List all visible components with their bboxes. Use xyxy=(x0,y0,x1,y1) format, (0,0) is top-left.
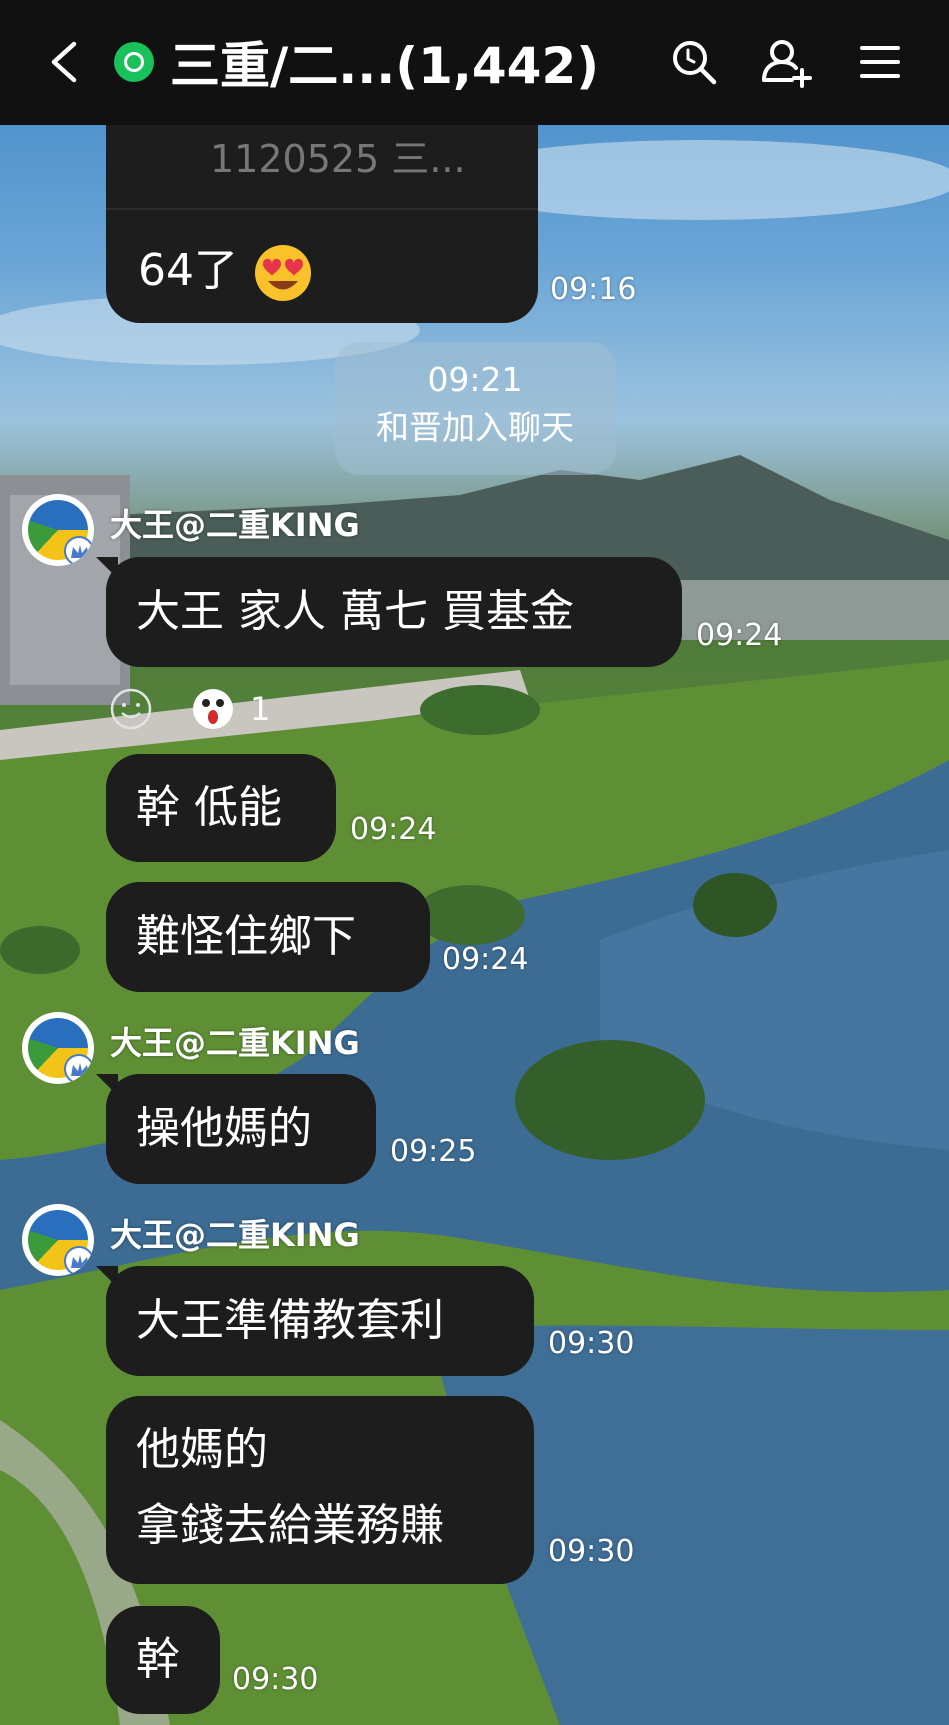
add-friend-icon xyxy=(762,40,812,88)
message-time: 09:24 xyxy=(350,812,437,847)
sender-name[interactable]: 大王@二重KING xyxy=(110,1210,360,1256)
search-button[interactable] xyxy=(666,34,722,90)
avatar[interactable] xyxy=(22,494,94,566)
sender-name[interactable]: 大王@二重KING xyxy=(110,500,360,546)
message-time: 09:16 xyxy=(550,272,637,307)
add-friend-button[interactable] xyxy=(758,34,814,90)
open-chat-icon xyxy=(114,42,154,82)
message-bubble[interactable]: 幹 低能 xyxy=(106,754,336,862)
message-bubble[interactable]: 大王準備教套利 xyxy=(96,1266,534,1376)
message-text: 大王準備教套利 xyxy=(136,1295,444,1346)
sender-name[interactable]: 大王@二重KING xyxy=(110,1018,360,1064)
heart-eyes-emoji-icon xyxy=(255,245,311,301)
message-text: 難怪住鄉下 xyxy=(136,911,356,962)
message-time: 09:24 xyxy=(442,942,529,977)
quote-divider xyxy=(106,208,538,210)
message-time: 09:24 xyxy=(696,618,783,653)
chevron-left-icon xyxy=(51,41,77,83)
system-message-time: 09:21 xyxy=(427,360,523,399)
message-text: 幹 xyxy=(136,1634,180,1685)
message-time: 09:30 xyxy=(548,1326,635,1361)
chat-title[interactable]: 三重/二...(1,442) xyxy=(170,26,599,98)
message-text: 幹 低能 xyxy=(136,782,282,833)
crown-icon xyxy=(71,545,89,558)
search-icon xyxy=(673,41,717,85)
message-text: 64了 xyxy=(138,245,238,296)
smiley-outline-icon[interactable] xyxy=(108,686,154,732)
reaction-count: 1 xyxy=(250,690,271,728)
shocked-face-emoji-icon[interactable] xyxy=(190,686,236,732)
hamburger-menu-icon xyxy=(860,46,900,78)
message-time: 09:25 xyxy=(390,1134,477,1169)
message-bubble[interactable]: 難怪住鄉下 xyxy=(106,882,430,992)
crown-icon xyxy=(71,1255,89,1268)
crown-icon xyxy=(71,1063,89,1076)
message-bubble[interactable]: 他媽的 拿錢去給業務賺 xyxy=(106,1396,534,1584)
message-text: 操他媽的 xyxy=(136,1103,312,1154)
message-time: 09:30 xyxy=(548,1534,635,1569)
message-time: 09:30 xyxy=(232,1662,319,1697)
message-bubble[interactable]: 操他媽的 xyxy=(96,1074,376,1184)
message-text: 大王 家人 萬七 買基金 xyxy=(136,586,574,637)
chat-header: 三重/二...(1,442) xyxy=(0,0,949,125)
back-button[interactable] xyxy=(40,34,90,90)
system-message: 09:21 和晋加入聊天 xyxy=(334,342,616,475)
message-text-line: 拿錢去給業務賺 xyxy=(136,1500,444,1551)
message-text-line: 他媽的 xyxy=(136,1424,268,1475)
message-bubble[interactable]: 大王 家人 萬七 買基金 xyxy=(96,557,682,667)
quoted-message-preview[interactable]: 1120525 三... xyxy=(210,128,466,183)
message-bubble[interactable]: 幹 xyxy=(106,1606,220,1714)
menu-button[interactable] xyxy=(852,34,908,90)
system-message-text: 和晋加入聊天 xyxy=(376,408,574,447)
avatar[interactable] xyxy=(22,1204,94,1276)
avatar[interactable] xyxy=(22,1012,94,1084)
